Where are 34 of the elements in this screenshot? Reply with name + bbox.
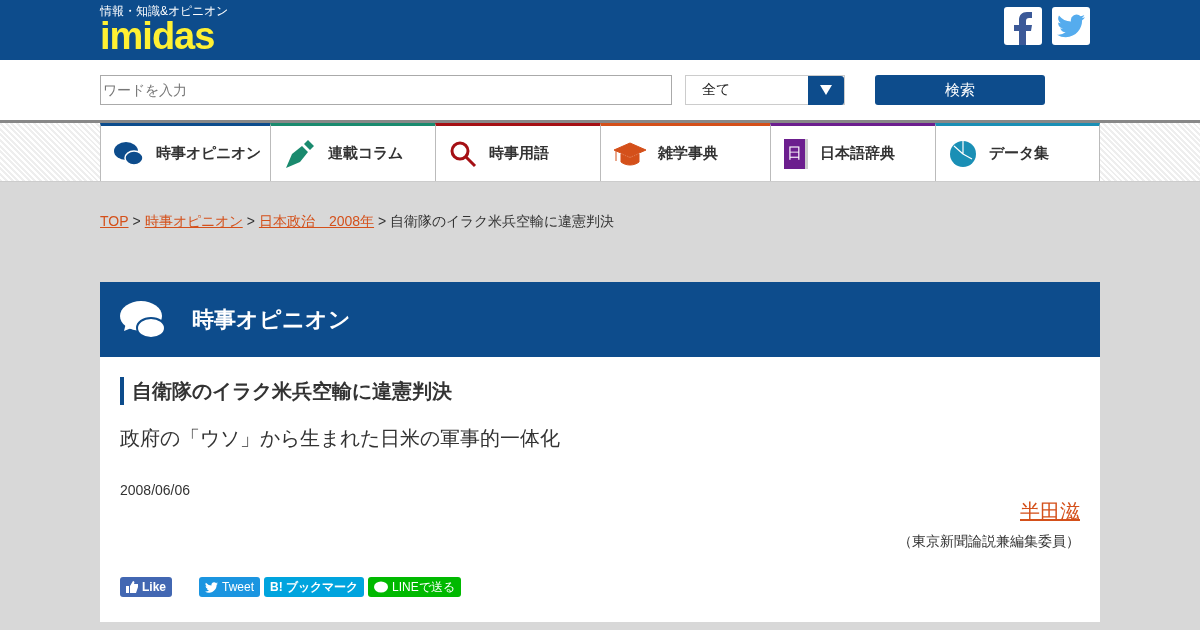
category-tab[interactable]: 日 日本語辞典 (770, 123, 935, 181)
breadcrumb-current: 自衛隊のイラク米兵空輸に違憲判決 (390, 213, 615, 231)
breadcrumb-separator: > (132, 213, 141, 231)
search-button[interactable]: 検索 (875, 75, 1045, 105)
search-icon (449, 139, 477, 168)
category-tab[interactable]: 雑学事典 (600, 123, 770, 181)
speech-bubbles-icon (120, 300, 166, 339)
speech-bubbles-icon (114, 140, 144, 167)
fountain-pen-icon (284, 137, 316, 170)
article-subtitle: 政府の「ウソ」から生まれた日米の軍事的一体化 (120, 426, 561, 451)
graduation-cap-icon (614, 140, 646, 167)
share-button[interactable]: Like (120, 577, 172, 597)
dropdown-arrow-icon (820, 85, 832, 95)
facebook-icon[interactable] (1004, 7, 1042, 45)
breadcrumb-separator: > (246, 213, 255, 231)
section-title: 時事オピニオン (192, 305, 351, 334)
category-tab[interactable]: 時事オピニオン (100, 123, 270, 181)
category-tab[interactable]: 時事用語 (435, 123, 600, 181)
search-field[interactable]: ワードを入力 (100, 75, 672, 105)
book-icon: 日 (784, 138, 808, 169)
pie-chart-icon (949, 139, 977, 168)
bird-icon (205, 581, 218, 593)
article-date: 2008/06/06 (120, 482, 192, 498)
author-link[interactable]: 半田滋 (1020, 498, 1080, 525)
category-select[interactable]: 全て (685, 75, 845, 105)
author-role: （東京新聞論説兼編集委員） (898, 533, 1080, 551)
chat-bubble-icon (374, 580, 389, 594)
site-logo[interactable]: imidas (100, 18, 228, 54)
breadcrumb-separator: > (378, 213, 387, 231)
site-tagline: 情報・知識&オピニオン (100, 4, 228, 18)
article-title: 自衛隊のイラク米兵空輸に違憲判決 (120, 377, 1080, 405)
thumbs-up-icon (126, 581, 138, 593)
category-tab[interactable]: データ集 (935, 123, 1100, 181)
category-tab[interactable]: 連載コラム (270, 123, 435, 181)
